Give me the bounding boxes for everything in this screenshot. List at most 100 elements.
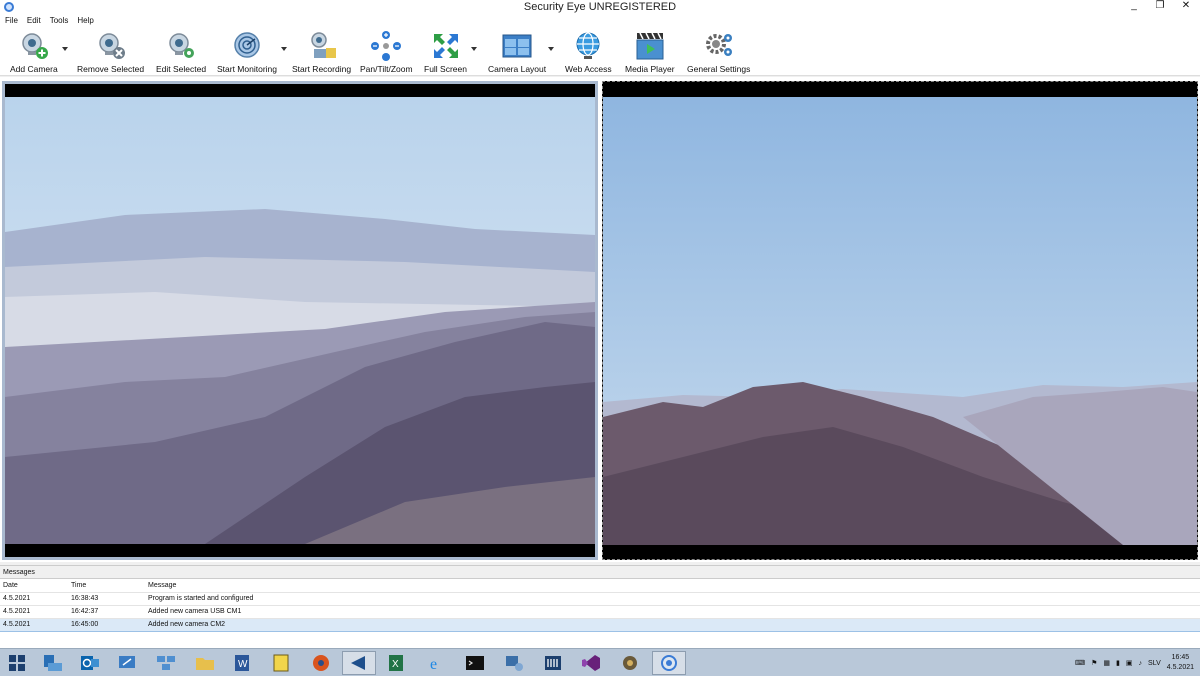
- visual-studio-icon: [582, 655, 600, 671]
- taskbar-app-ie[interactable]: e: [420, 651, 454, 675]
- table-row[interactable]: 4.5.2021 16:45:00 Added new camera CM2: [0, 617, 1200, 632]
- flag-icon[interactable]: ⚑: [1091, 659, 1097, 667]
- taskbar-app-security-eye[interactable]: [652, 651, 686, 675]
- clock[interactable]: 16:45 4.5.2021: [1167, 653, 1194, 673]
- menu-tools[interactable]: Tools: [50, 14, 69, 28]
- taskbar-app-excel[interactable]: X: [380, 651, 414, 675]
- messages-panel: Messages Date Time Message 4.5.2021 16:3…: [0, 565, 1200, 648]
- column-message[interactable]: Message: [145, 579, 1200, 593]
- menu-edit[interactable]: Edit: [27, 14, 41, 28]
- web-access-button[interactable]: Web Access: [565, 30, 612, 74]
- volume-icon[interactable]: ♪: [1139, 660, 1143, 667]
- explorer-icon: [44, 655, 62, 671]
- remove-selected-button[interactable]: Remove Selected: [77, 30, 144, 74]
- vs-code-icon: [351, 656, 365, 670]
- taskbar-app-vs-code[interactable]: [342, 651, 376, 675]
- pan-tilt-zoom-icon: [370, 30, 402, 62]
- taskbar-app-remote[interactable]: [110, 651, 144, 675]
- taskbar: W X e ⌨ ⚑ ▦ ▮ ▣ ♪ SLV 16:45 4.5.2021: [0, 648, 1200, 676]
- restore-button[interactable]: ❐: [1154, 0, 1166, 11]
- system-tray: ⌨ ⚑ ▦ ▮ ▣ ♪ SLV 16:45 4.5.2021: [1075, 652, 1194, 674]
- notes-icon: [273, 654, 289, 672]
- title-bar: Security Eye UNREGISTERED _ ❐ ✕: [0, 0, 1200, 14]
- remove-camera-icon: [95, 30, 127, 62]
- taskbar-app-network[interactable]: [149, 651, 183, 675]
- full-screen-icon: [430, 30, 462, 62]
- menu-help[interactable]: Help: [77, 14, 93, 28]
- edit-selected-button[interactable]: Edit Selected: [156, 30, 206, 74]
- network-tray-icon[interactable]: ▦: [1103, 659, 1110, 667]
- settings-gears-icon: [703, 30, 735, 62]
- start-monitoring-dropdown[interactable]: [281, 47, 287, 51]
- start-monitoring-button[interactable]: Start Monitoring: [217, 30, 277, 74]
- taskbar-app-outlook[interactable]: [73, 651, 107, 675]
- remote-icon: [119, 656, 135, 668]
- camera-2-image: [603, 97, 1197, 545]
- globe-icon: [572, 30, 604, 62]
- general-settings-button[interactable]: General Settings: [687, 30, 750, 74]
- taskbar-app-settings[interactable]: [613, 651, 647, 675]
- folder-icon: [196, 658, 214, 670]
- svg-text:X: X: [392, 659, 399, 670]
- language-indicator[interactable]: SLV: [1148, 660, 1161, 667]
- media-player-icon: [634, 30, 666, 62]
- add-camera-button[interactable]: Add Camera: [10, 30, 58, 74]
- media-icon: [313, 655, 329, 671]
- taskbar-app-network-manager[interactable]: [497, 651, 531, 675]
- window-title: Security Eye UNREGISTERED: [523, 1, 677, 13]
- start-icon: [9, 655, 25, 671]
- recording-icon: [306, 30, 338, 62]
- svg-text:e: e: [430, 656, 437, 673]
- taskbar-app-notes[interactable]: [264, 651, 298, 675]
- camera-1-image: [5, 97, 595, 544]
- camera-view-2[interactable]: [602, 81, 1198, 560]
- excel-tray-icon[interactable]: ▣: [1126, 659, 1133, 667]
- menu-file[interactable]: File: [5, 14, 18, 28]
- table-row[interactable]: 4.5.2021 16:42:37 Added new camera USB C…: [0, 605, 1200, 619]
- media-player-button[interactable]: Media Player: [625, 30, 675, 74]
- messages-header-row: Date Time Message: [0, 579, 1200, 593]
- messages-table: Date Time Message 4.5.2021 16:38:43 Prog…: [0, 579, 1200, 632]
- window-controls: _ ❐ ✕: [1128, 0, 1192, 11]
- edit-camera-icon: [165, 30, 197, 62]
- camera-view-1[interactable]: [2, 81, 598, 560]
- start-button[interactable]: [0, 651, 34, 675]
- taskbar-app-calculator[interactable]: [536, 651, 570, 675]
- taskbar-app-explorer[interactable]: [36, 651, 70, 675]
- minimize-button[interactable]: _: [1128, 0, 1140, 11]
- column-time[interactable]: Time: [68, 579, 145, 593]
- camera-layout-button[interactable]: Camera Layout: [488, 30, 546, 74]
- excel-icon: X: [389, 655, 403, 671]
- add-camera-dropdown[interactable]: [62, 47, 68, 51]
- table-row[interactable]: 4.5.2021 16:38:43 Program is started and…: [0, 592, 1200, 606]
- word-icon: W: [235, 655, 249, 671]
- column-date[interactable]: Date: [0, 579, 68, 593]
- ie-icon: e: [430, 656, 437, 673]
- keyboard-icon[interactable]: ⌨: [1075, 659, 1085, 667]
- full-screen-button[interactable]: Full Screen: [424, 30, 467, 74]
- pan-tilt-zoom-button[interactable]: Pan/Tilt/Zoom: [360, 30, 413, 74]
- outlook-icon: [81, 656, 99, 670]
- taskbar-app-media[interactable]: [304, 651, 338, 675]
- network-icon: [157, 656, 175, 670]
- camera-grid: [0, 77, 1200, 562]
- camera-layout-dropdown[interactable]: [548, 47, 554, 51]
- camera-layout-icon: [501, 30, 533, 62]
- add-camera-icon: [18, 30, 50, 62]
- battery-icon[interactable]: ▮: [1116, 659, 1120, 667]
- menu-bar: File Edit Tools Help: [0, 14, 1200, 28]
- taskbar-app-cmd[interactable]: [458, 651, 492, 675]
- svg-text:W: W: [238, 659, 248, 670]
- close-button[interactable]: ✕: [1180, 0, 1192, 11]
- taskbar-app-word[interactable]: W: [226, 651, 260, 675]
- toolbar: Add Camera Remove Selected Edit Selected…: [0, 28, 1200, 76]
- taskbar-app-folder[interactable]: [188, 651, 222, 675]
- messages-title: Messages: [0, 566, 1200, 579]
- cmd-icon: [466, 656, 484, 670]
- calculator-icon: [545, 656, 561, 670]
- monitoring-icon: [231, 30, 263, 62]
- start-recording-button[interactable]: Start Recording: [292, 30, 351, 74]
- taskbar-app-visual-studio[interactable]: [574, 651, 608, 675]
- security-eye-icon: [661, 655, 677, 671]
- full-screen-dropdown[interactable]: [471, 47, 477, 51]
